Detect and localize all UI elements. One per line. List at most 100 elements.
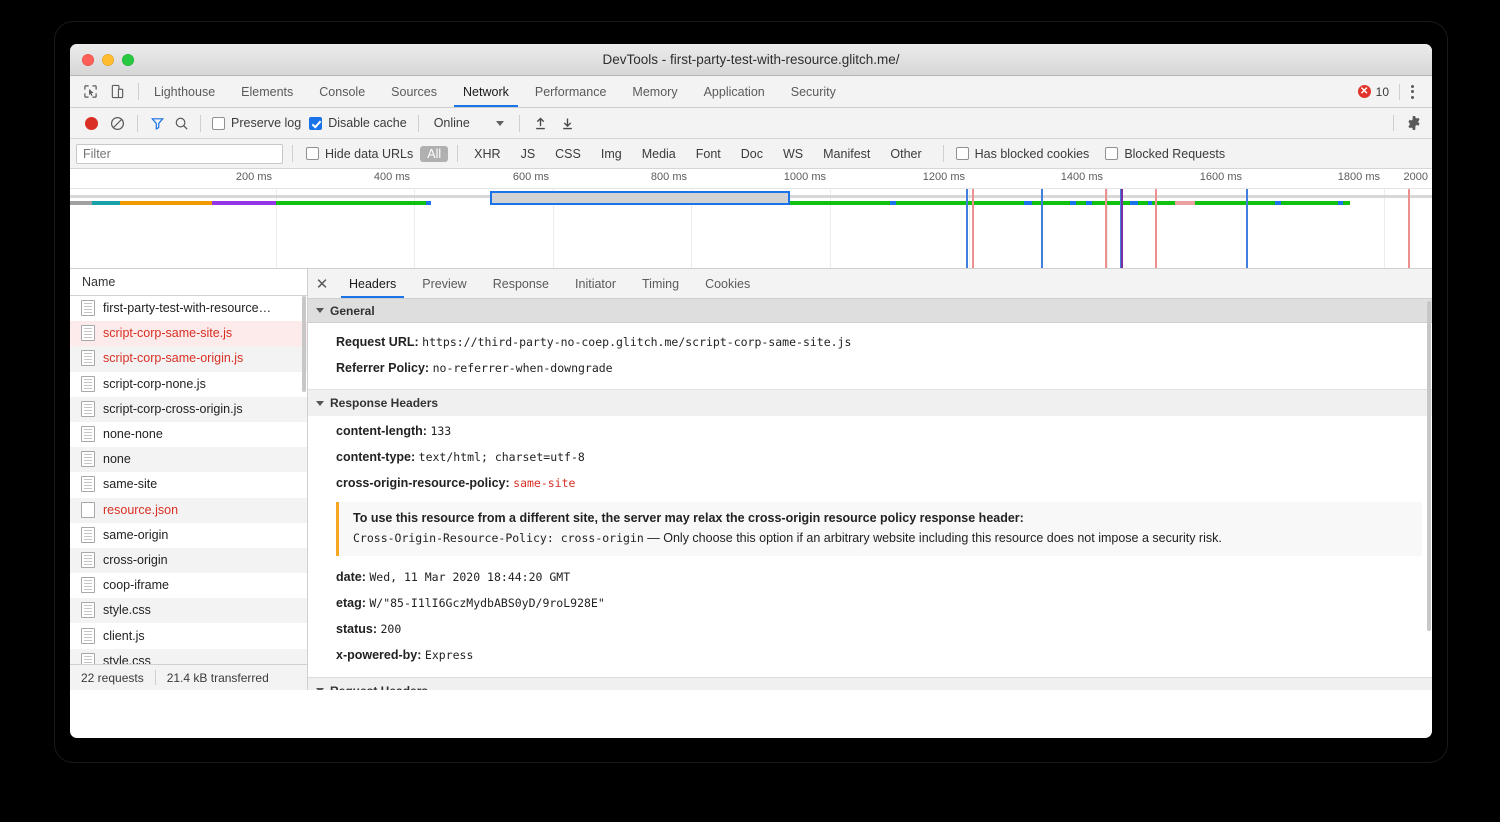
type-filter-js[interactable]: JS xyxy=(514,146,543,162)
tab-response[interactable]: Response xyxy=(480,269,562,298)
table-row[interactable]: coop-iframe xyxy=(70,573,307,598)
detail-tab-bar: ✕ Headers Preview Response Initiator Tim… xyxy=(308,269,1432,299)
error-count-badge[interactable]: ✕ 10 xyxy=(1358,85,1399,99)
tab-application[interactable]: Application xyxy=(691,76,778,107)
table-row[interactable]: script-corp-same-site.js xyxy=(70,321,307,346)
network-overview-timeline[interactable]: 200 ms 400 ms 600 ms 800 ms 1000 ms 1200… xyxy=(70,169,1432,269)
record-button-icon[interactable] xyxy=(78,117,104,130)
tab-headers[interactable]: Headers xyxy=(336,269,409,298)
inspect-element-icon[interactable] xyxy=(82,83,99,100)
detail-scrollbar[interactable] xyxy=(1427,301,1431,631)
table-row[interactable]: resource.json xyxy=(70,498,307,523)
section-response-headers-header[interactable]: Response Headers xyxy=(308,390,1432,416)
type-filter-img[interactable]: Img xyxy=(594,146,629,162)
type-filter-ws[interactable]: WS xyxy=(776,146,810,162)
tab-memory[interactable]: Memory xyxy=(619,76,690,107)
tab-preview[interactable]: Preview xyxy=(409,269,479,298)
tab-elements[interactable]: Elements xyxy=(228,76,306,107)
type-filter-doc[interactable]: Doc xyxy=(734,146,770,162)
tab-timing[interactable]: Timing xyxy=(629,269,692,298)
table-row[interactable]: script-corp-cross-origin.js xyxy=(70,397,307,422)
gear-icon[interactable] xyxy=(1406,115,1422,131)
hide-data-urls-checkbox[interactable]: Hide data URLs xyxy=(302,147,417,161)
type-filter-xhr[interactable]: XHR xyxy=(467,146,507,162)
tab-console[interactable]: Console xyxy=(306,76,378,107)
table-row[interactable]: first-party-test-with-resource… xyxy=(70,296,307,321)
request-name: style.css xyxy=(103,654,151,664)
table-row[interactable]: style.css xyxy=(70,649,307,664)
table-row[interactable]: cross-origin xyxy=(70,548,307,573)
disable-cache-checkbox[interactable]: Disable cache xyxy=(305,116,411,130)
document-icon xyxy=(81,476,95,492)
tab-lighthouse[interactable]: Lighthouse xyxy=(141,76,228,107)
has-blocked-cookies-checkbox[interactable]: Has blocked cookies xyxy=(952,147,1094,161)
type-filter-other[interactable]: Other xyxy=(883,146,928,162)
overview-band-blue-dot-6 xyxy=(1148,201,1152,205)
close-icon[interactable]: ✕ xyxy=(308,269,336,298)
table-row[interactable]: same-site xyxy=(70,472,307,497)
search-icon[interactable] xyxy=(169,116,193,131)
header-row: Request URL: https://third-party-no-coep… xyxy=(308,329,1432,355)
has-blocked-cookies-box xyxy=(956,147,969,160)
import-har-icon[interactable] xyxy=(527,116,554,131)
table-row[interactable]: client.js xyxy=(70,623,307,648)
throttling-select[interactable]: Online xyxy=(426,116,512,130)
table-row[interactable]: script-corp-none.js xyxy=(70,372,307,397)
request-count: 22 requests xyxy=(70,671,155,685)
callout-text: — Only choose this option if an arbitrar… xyxy=(644,531,1222,545)
request-name: same-site xyxy=(103,477,157,491)
request-list-scrollbar[interactable] xyxy=(302,296,306,392)
table-row[interactable]: script-corp-same-origin.js xyxy=(70,346,307,371)
table-row[interactable]: none xyxy=(70,447,307,472)
overview-tick-2000: 2000 xyxy=(1404,171,1432,183)
type-filter-all[interactable]: All xyxy=(420,146,448,162)
tab-sources[interactable]: Sources xyxy=(378,76,450,107)
section-general-header[interactable]: General xyxy=(308,299,1432,323)
device-toolbar-icon[interactable] xyxy=(109,83,126,100)
column-header-name: Name xyxy=(82,275,115,289)
tab-security[interactable]: Security xyxy=(778,76,849,107)
table-row[interactable]: style.css xyxy=(70,598,307,623)
document-icon xyxy=(81,451,95,467)
preserve-log-checkbox[interactable]: Preserve log xyxy=(208,116,305,130)
tab-initiator[interactable]: Initiator xyxy=(562,269,629,298)
overview-tick-1000: 1000 ms xyxy=(784,171,830,183)
overview-band-grey xyxy=(70,201,92,205)
tab-network[interactable]: Network xyxy=(450,76,522,107)
document-icon xyxy=(81,376,95,392)
header-key: cross-origin-resource-policy: xyxy=(336,476,510,490)
type-filter-css[interactable]: CSS xyxy=(548,146,588,162)
clear-icon[interactable] xyxy=(104,116,130,131)
header-row: status: 200 xyxy=(308,616,1432,642)
filter-funnel-icon[interactable] xyxy=(145,116,169,131)
overview-marker-red-1 xyxy=(972,189,974,268)
table-row[interactable]: none-none xyxy=(70,422,307,447)
request-rows: first-party-test-with-resource… script-c… xyxy=(70,296,307,664)
network-status-bar: 22 requests 21.4 kB transferred xyxy=(70,664,307,690)
export-har-icon[interactable] xyxy=(554,116,581,131)
overview-selection-window[interactable] xyxy=(490,191,790,205)
request-name: same-origin xyxy=(103,528,168,542)
toolbar-divider-4 xyxy=(519,115,520,132)
tab-memory-label: Memory xyxy=(632,85,677,99)
table-row[interactable]: same-origin xyxy=(70,523,307,548)
type-filter-media[interactable]: Media xyxy=(635,146,683,162)
section-request-headers-header[interactable]: Request Headers xyxy=(308,677,1432,691)
request-name: script-corp-none.js xyxy=(103,377,206,391)
overview-marker-red-4 xyxy=(1408,189,1410,268)
filter-input[interactable] xyxy=(76,144,283,164)
toolbar-right-controls xyxy=(1393,115,1432,131)
tab-cookies[interactable]: Cookies xyxy=(692,269,763,298)
header-value[interactable]: https://third-party-no-coep.glitch.me/sc… xyxy=(422,335,851,349)
request-name: cross-origin xyxy=(103,553,168,567)
type-filter-manifest[interactable]: Manifest xyxy=(816,146,877,162)
blocked-requests-checkbox[interactable]: Blocked Requests xyxy=(1101,147,1229,161)
tab-performance[interactable]: Performance xyxy=(522,76,620,107)
toolbar-divider-2 xyxy=(200,115,201,132)
request-name: coop-iframe xyxy=(103,578,169,592)
type-filter-font[interactable]: Font xyxy=(689,146,728,162)
kebab-menu-icon[interactable] xyxy=(1400,85,1424,99)
request-name: none xyxy=(103,452,131,466)
tab-security-label: Security xyxy=(791,85,836,99)
overview-marker-blue-1 xyxy=(966,189,968,268)
